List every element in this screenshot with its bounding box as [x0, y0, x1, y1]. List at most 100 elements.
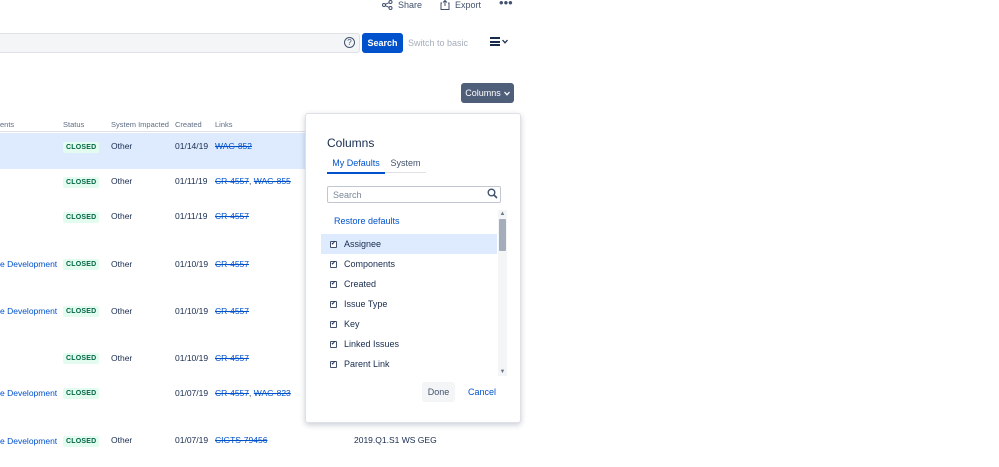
help-icon[interactable]: ?: [344, 37, 355, 48]
row-created: 01/14/19: [175, 141, 209, 151]
row-component[interactable]: e Development: [0, 259, 57, 269]
row-links: CR-4557, WAG-823: [215, 388, 291, 398]
row-created: 01/10/19: [175, 259, 209, 269]
row-component[interactable]: e Development: [0, 436, 57, 446]
checkbox-checked[interactable]: ✔: [330, 260, 337, 268]
scroll-down-arrow-icon[interactable]: ▼: [498, 368, 507, 376]
chevron-down-icon: [503, 91, 510, 96]
list-view-icon: [490, 37, 500, 46]
status-badge: CLOSED: [63, 142, 100, 153]
switch-to-basic-link[interactable]: Switch to basic: [408, 38, 468, 48]
row-created: 01/07/19: [175, 435, 209, 445]
column-option-parent-link[interactable]: ✔ Parent Link: [321, 354, 497, 374]
view-options-button[interactable]: [490, 37, 508, 46]
checkbox-checked[interactable]: ✔: [330, 240, 337, 248]
restore-defaults-link[interactable]: Restore defaults: [334, 216, 400, 226]
issue-link[interactable]: CR-4557: [215, 176, 249, 186]
chevron-down-icon: [502, 39, 508, 44]
row-links: CR-4557, WAG-855: [215, 176, 291, 186]
scroll-up-arrow-icon[interactable]: ▲: [498, 210, 507, 218]
row-system-impacted: Other: [111, 435, 133, 445]
column-search-input[interactable]: [327, 186, 501, 203]
row-created: 01/07/19: [175, 388, 209, 398]
row-system-impacted: Other: [111, 306, 133, 316]
issue-link[interactable]: WAG-852: [215, 141, 252, 151]
checkbox-checked[interactable]: ✔: [330, 280, 337, 288]
more-icon: •••: [499, 0, 513, 10]
table-row-highlight[interactable]: [0, 133, 305, 169]
share-icon: [382, 0, 393, 10]
checkbox-checked[interactable]: ✔: [330, 300, 337, 308]
column-header-status[interactable]: Status: [63, 120, 84, 129]
issue-actions: Share Export •••: [382, 0, 513, 10]
issue-link[interactable]: WAG-823: [254, 388, 291, 398]
column-header-components[interactable]: ents: [0, 120, 14, 129]
done-button[interactable]: Done: [422, 382, 455, 402]
export-icon: [440, 0, 450, 10]
popup-title: Columns: [327, 136, 375, 150]
search-icon[interactable]: [487, 188, 498, 199]
option-label: Assignee: [344, 239, 382, 249]
list-scrollbar[interactable]: ▲ ▼: [498, 210, 507, 376]
column-option-issue-type[interactable]: ✔ Issue Type: [321, 294, 497, 314]
issue-link[interactable]: CR-4557: [215, 211, 249, 221]
row-system-impacted: Other: [111, 211, 133, 221]
row-created: 01/11/19: [175, 211, 208, 221]
issue-link[interactable]: CR-4557: [215, 259, 249, 269]
issue-link[interactable]: CIGTS-79456: [215, 435, 267, 445]
jql-search-input[interactable]: [0, 33, 360, 53]
status-badge: CLOSED: [63, 436, 100, 447]
option-label: Parent Link: [344, 359, 390, 369]
cancel-button[interactable]: Cancel: [468, 387, 496, 397]
columns-button-label: Columns: [465, 88, 501, 98]
column-options-list: ✔ Assignee ✔ Components ✔ Created ✔ Issu…: [321, 234, 497, 372]
option-label: Key: [344, 319, 360, 329]
column-header-links[interactable]: Links: [215, 120, 233, 129]
issue-link[interactable]: CR-4557: [215, 353, 249, 363]
search-button[interactable]: Search: [362, 33, 403, 53]
status-badge: CLOSED: [63, 353, 100, 364]
checkbox-checked[interactable]: ✔: [330, 320, 337, 328]
row-component[interactable]: e Development: [0, 306, 57, 316]
link-separator: ,: [249, 176, 252, 186]
row-links: CR-4557: [215, 211, 249, 221]
row-links: CIGTS-79456: [215, 435, 267, 445]
column-option-assignee[interactable]: ✔ Assignee: [321, 234, 497, 254]
row-system-impacted: Other: [111, 259, 133, 269]
share-button[interactable]: Share: [382, 0, 422, 10]
tab-system[interactable]: System: [385, 158, 426, 173]
link-separator: ,: [249, 388, 252, 398]
columns-picker-dialog: Columns My Defaults System Restore defau…: [305, 113, 521, 423]
status-badge: CLOSED: [63, 306, 100, 317]
row-created: 01/11/19: [175, 176, 208, 186]
option-label: Created: [344, 279, 377, 289]
status-badge: CLOSED: [63, 177, 100, 188]
status-badge: CLOSED: [63, 259, 100, 270]
column-option-linked-issues[interactable]: ✔ Linked Issues: [321, 334, 497, 354]
row-created: 01/10/19: [175, 353, 209, 363]
status-badge: CLOSED: [63, 388, 100, 399]
column-option-created[interactable]: ✔ Created: [321, 274, 497, 294]
issue-link[interactable]: WAG-855: [254, 176, 291, 186]
row-links: WAG-852: [215, 141, 252, 151]
row-links: CR-4557: [215, 259, 249, 269]
issue-link[interactable]: CR-4557: [215, 388, 249, 398]
column-option-key[interactable]: ✔ Key: [321, 314, 497, 334]
row-system-impacted: Other: [111, 176, 133, 186]
column-option-components[interactable]: ✔ Components: [321, 254, 497, 274]
row-system-impacted: Other: [111, 353, 133, 363]
option-label: Linked Issues: [344, 339, 400, 349]
columns-button[interactable]: Columns: [461, 83, 514, 103]
more-actions-button[interactable]: •••: [499, 0, 513, 10]
column-header-system-impacted[interactable]: System Impacted: [111, 120, 169, 129]
checkbox-checked[interactable]: ✔: [330, 360, 337, 368]
status-badge: CLOSED: [63, 212, 100, 223]
checkbox-checked[interactable]: ✔: [330, 340, 337, 348]
row-links: CR-4557: [215, 306, 249, 316]
scrollbar-thumb[interactable]: [499, 219, 506, 251]
column-header-created[interactable]: Created: [175, 120, 202, 129]
issue-link[interactable]: CR-4557: [215, 306, 249, 316]
row-component[interactable]: e Development: [0, 388, 57, 398]
export-button[interactable]: Export: [440, 0, 481, 10]
tab-my-defaults[interactable]: My Defaults: [327, 158, 385, 174]
